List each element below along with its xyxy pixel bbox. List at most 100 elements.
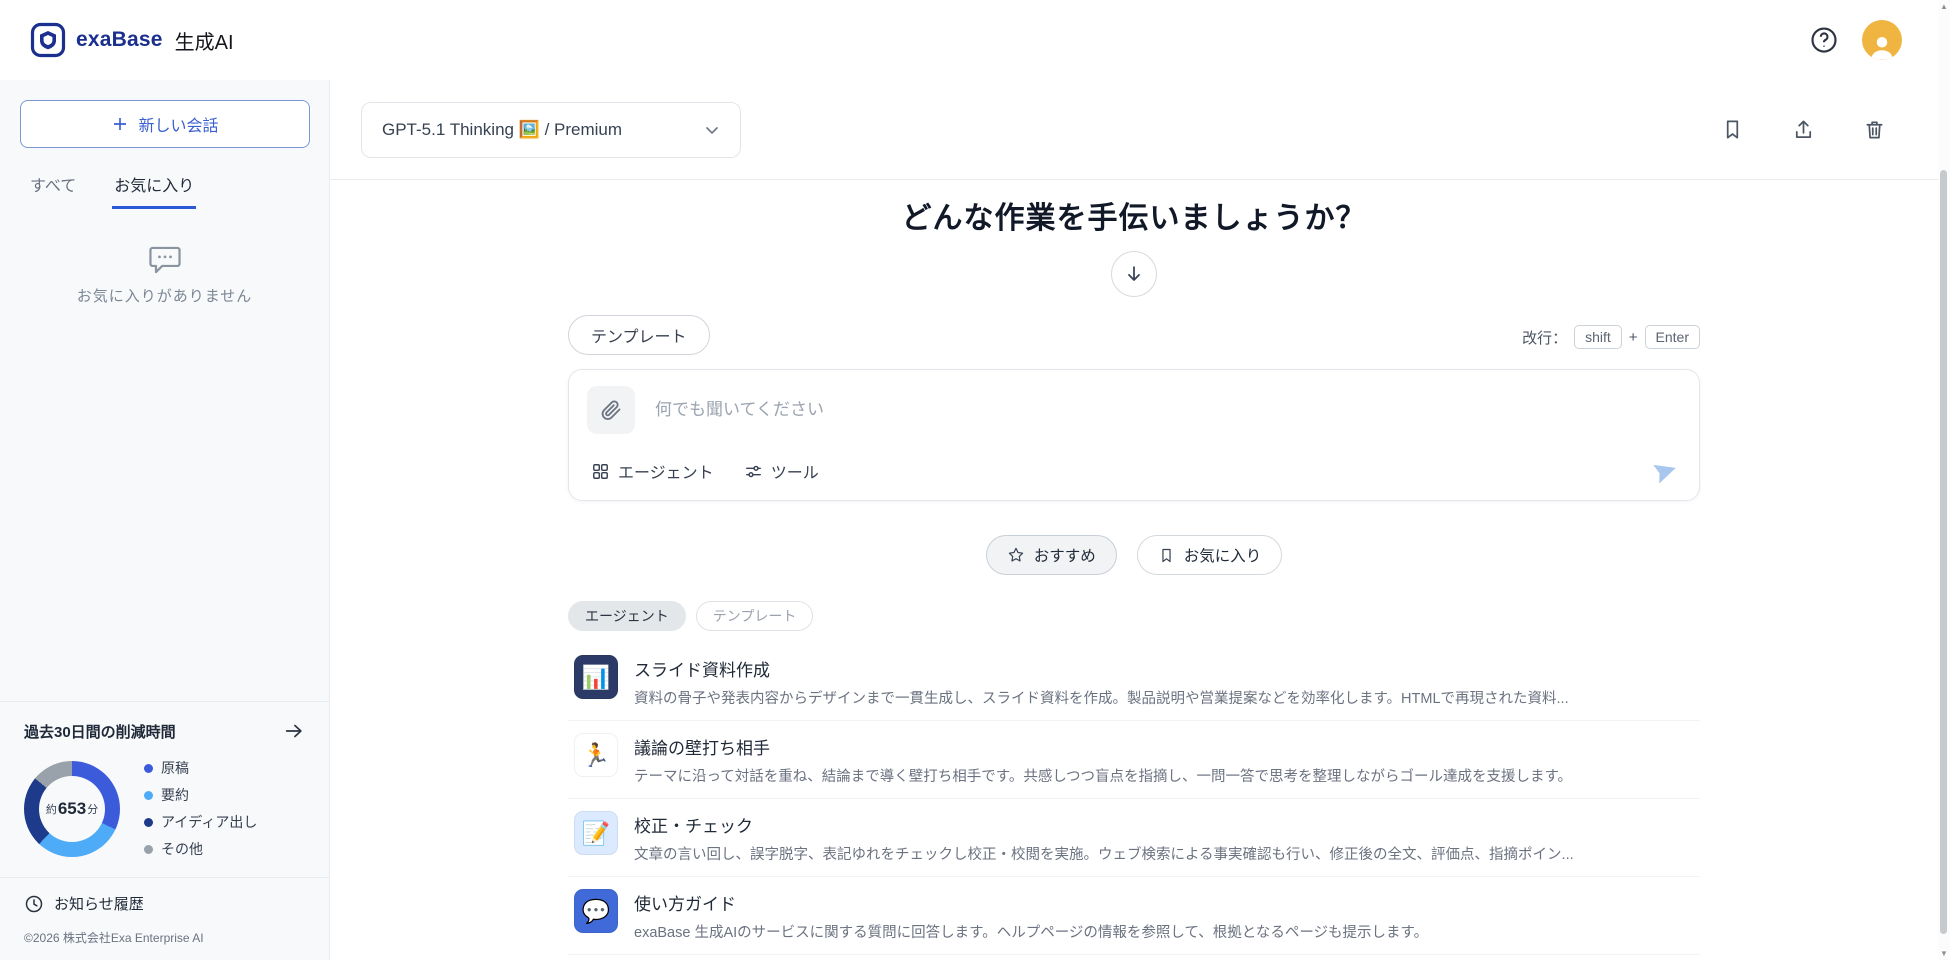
shift-key: shift (1574, 325, 1622, 349)
savings-unit: 分 (87, 801, 98, 817)
legend-item: アイディア出し (144, 812, 257, 832)
agent-list-item[interactable]: 🏃 議論の壁打ち相手 テーマに沿って対話を重ね、結論まで導く壁打ち相手です。共感… (568, 721, 1700, 799)
newline-hint: 改行： shift + Enter (1522, 325, 1700, 349)
plus-text: + (1629, 329, 1638, 346)
share-button[interactable] (1790, 116, 1817, 143)
recommended-filter-button[interactable]: おすすめ (986, 535, 1117, 575)
tag-agent[interactable]: エージェント (568, 601, 686, 631)
exabase-logo-icon (30, 22, 66, 58)
stats-arrow-button[interactable] (283, 720, 305, 742)
agent-title: 使い方ガイド (634, 890, 1428, 915)
main-toolbar: GPT-5.1 Thinking 🖼️ / Premium (330, 80, 1938, 180)
legend-label: その他 (161, 839, 203, 859)
scroll-down-button[interactable] (1111, 251, 1157, 297)
brand-name: exaBase (76, 28, 163, 52)
app-header: exaBase 生成AI (0, 0, 1950, 80)
legend-item: 原稿 (144, 758, 257, 778)
favorites-empty-message: お気に入りがありません (77, 285, 253, 306)
legend-label: 要約 (161, 785, 189, 805)
message-input[interactable] (655, 400, 1681, 420)
notifications-history-label: お知らせ履歴 (54, 893, 144, 914)
savings-value: 653 (58, 799, 86, 819)
savings-stats-body: 約653分 原稿 要約 アイディア出し (0, 748, 329, 877)
agent-icon: 📊 (574, 655, 618, 699)
savings-title: 過去30日間の削減時間 (24, 721, 176, 742)
model-selector-label: GPT-5.1 Thinking 🖼️ / Premium (382, 120, 622, 140)
composer: エージェント ツール (568, 369, 1700, 501)
tools-button[interactable]: ツール (744, 459, 819, 483)
sidebar-tabs: すべて お気に入り (0, 168, 329, 209)
agent-description: 資料の骨子や発表内容からデザインまで一貫生成し、スライド資料を作成。製品説明や営… (634, 687, 1569, 708)
agent-description: テーマに沿って対話を重ね、結論まで導く壁打ち相手です。共感しつつ盲点を指摘し、一… (634, 765, 1572, 786)
clock-icon (24, 894, 44, 914)
help-button[interactable] (1808, 24, 1840, 56)
favorites-filter-button[interactable]: お気に入り (1137, 535, 1283, 575)
legend-label: 原稿 (161, 758, 189, 778)
tab-all[interactable]: すべて (28, 168, 78, 209)
recommended-filter-label: おすすめ (1034, 544, 1096, 566)
legend-dot (144, 764, 153, 773)
notifications-history[interactable]: お知らせ履歴 (0, 878, 329, 929)
tools-button-label: ツール (771, 459, 819, 483)
copyright: ©2026 株式会社Exa Enterprise AI (0, 929, 329, 960)
agent-title: スライド資料作成 (634, 656, 1569, 681)
template-button[interactable]: テンプレート (568, 315, 710, 355)
scrollbar-thumb[interactable] (1940, 170, 1947, 934)
help-icon (1809, 25, 1839, 55)
savings-total: 約653分 (24, 761, 120, 857)
app: exaBase 生成AI (0, 0, 1950, 960)
agent-title: 校正・チェック (634, 812, 1574, 837)
savings-stats-header: 過去30日間の削減時間 (0, 702, 329, 748)
savings-donut: 約653分 (24, 761, 120, 857)
bookmark-icon (1158, 547, 1175, 564)
agent-description: 文章の言い回し、誤字脱字、表記ゆれをチェックし校正・校閲を実施。ウェブ検索による… (634, 843, 1574, 864)
agent-list: 📊 スライド資料作成 資料の骨子や発表内容からデザインまで一貫生成し、スライド資… (568, 643, 1700, 960)
agent-list-item[interactable]: 📈 スライド用図表作成 資料の内容と色を指定するだけで、スライドにそのまま使える… (568, 955, 1700, 960)
legend-item: その他 (144, 839, 257, 859)
attach-button[interactable] (587, 386, 635, 434)
category-tags: エージェント テンプレート (568, 601, 1700, 631)
scroll-down-arrow[interactable]: ▼ (1938, 949, 1950, 958)
agent-icon: 📝 (574, 811, 618, 855)
scroll-up-arrow[interactable]: ▲ (1938, 2, 1950, 11)
favorites-empty-state: お気に入りがありません (0, 243, 329, 306)
chat-bubble-icon (147, 243, 183, 275)
user-avatar[interactable] (1862, 20, 1902, 60)
bookmark-button[interactable] (1719, 116, 1746, 143)
enter-key: Enter (1645, 325, 1700, 349)
scrollbar[interactable]: ▲ ▼ (1938, 0, 1950, 960)
send-button[interactable] (1651, 456, 1681, 486)
agent-list-item[interactable]: 💬 使い方ガイド exaBase 生成AIのサービスに関する質問に回答します。ヘ… (568, 877, 1700, 955)
bookmark-icon (1721, 118, 1744, 141)
model-selector[interactable]: GPT-5.1 Thinking 🖼️ / Premium (361, 102, 741, 158)
savings-prefix: 約 (46, 801, 57, 817)
new-conversation-button[interactable]: 新しい会話 (20, 100, 310, 148)
sidebar: 新しい会話 すべて お気に入り お気に入りがありません 過去30日間の削減時間 (0, 80, 330, 960)
agent-list-item[interactable]: 📝 校正・チェック 文章の言い回し、誤字脱字、表記ゆれをチェックし校正・校閲を実… (568, 799, 1700, 877)
agent-title: 議論の壁打ち相手 (634, 734, 1572, 759)
arrow-down-icon (1123, 263, 1145, 285)
savings-legend: 原稿 要約 アイディア出し その他 (144, 758, 257, 859)
tab-favorites[interactable]: お気に入り (112, 168, 196, 209)
agent-list-item[interactable]: 📊 スライド資料作成 資料の骨子や発表内容からデザインまで一貫生成し、スライド資… (568, 643, 1700, 721)
legend-item: 要約 (144, 785, 257, 805)
legend-dot (144, 791, 153, 800)
upload-icon (1792, 118, 1815, 141)
chevron-down-icon (702, 120, 722, 140)
delete-button[interactable] (1861, 116, 1888, 143)
conversation-actions (1719, 116, 1888, 143)
compose-toolbar: テンプレート 改行： shift + Enter (568, 315, 1700, 355)
paperclip-icon (599, 398, 623, 422)
legend-dot (144, 845, 153, 854)
star-icon (1007, 546, 1025, 564)
send-icon (1653, 458, 1679, 484)
arrow-right-icon (283, 720, 305, 742)
tag-template[interactable]: テンプレート (696, 601, 814, 631)
agent-button[interactable]: エージェント (591, 459, 714, 483)
agent-icon: 🏃 (574, 733, 618, 777)
legend-dot (144, 818, 153, 827)
plus-icon (111, 115, 129, 133)
main-content: GPT-5.1 Thinking 🖼️ / Premium (330, 80, 1938, 960)
app-logo[interactable]: exaBase 生成AI (30, 22, 234, 58)
composer-actions-row: エージェント ツール (587, 456, 1681, 486)
